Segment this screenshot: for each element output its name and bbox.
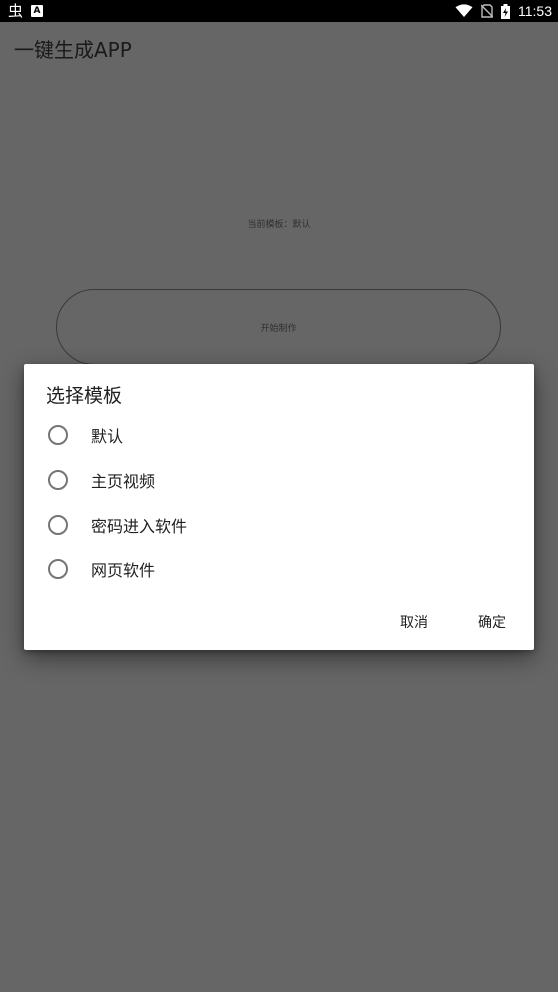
option-label: 主页视频 (91, 472, 156, 491)
template-option-webpage-app[interactable]: 网页软件 (24, 547, 534, 591)
a-notification-icon: A (31, 5, 44, 17)
status-time: 11:53 (518, 3, 552, 19)
status-bar: 虫 A 11:53 (0, 0, 558, 22)
start-make-button[interactable]: 开始制作 (56, 289, 501, 365)
radio-unchecked-icon[interactable] (48, 515, 68, 535)
status-bar-right: 11:53 (455, 3, 552, 19)
option-label: 默认 (91, 427, 124, 446)
select-template-dialog: 选择模板 默认 主页视频 密码进入软件 网页软件 取消 确定 (24, 364, 534, 650)
cancel-button[interactable]: 取消 (392, 610, 436, 634)
radio-unchecked-icon[interactable] (48, 559, 68, 579)
dialog-title: 选择模板 (46, 385, 123, 407)
template-option-default[interactable]: 默认 (24, 413, 534, 457)
app-title: 一键生成APP (14, 38, 132, 62)
bug-app-icon: 虫 (8, 2, 24, 20)
option-label: 密码进入软件 (91, 517, 188, 536)
start-make-button-label: 开始制作 (260, 323, 297, 334)
option-label: 网页软件 (91, 561, 156, 580)
current-template-label: 当前模板：默认 (247, 220, 311, 230)
radio-unchecked-icon[interactable] (48, 470, 68, 490)
template-option-home-video[interactable]: 主页视频 (24, 458, 534, 502)
confirm-button[interactable]: 确定 (470, 610, 514, 634)
dialog-actions: 取消 确定 (392, 610, 514, 634)
status-bar-left: 虫 A (8, 0, 44, 22)
battery-charging-icon (501, 3, 510, 19)
wifi-icon (455, 4, 473, 17)
template-option-password-app[interactable]: 密码进入软件 (24, 503, 534, 547)
radio-unchecked-icon[interactable] (48, 425, 68, 445)
no-sim-icon (481, 4, 493, 18)
